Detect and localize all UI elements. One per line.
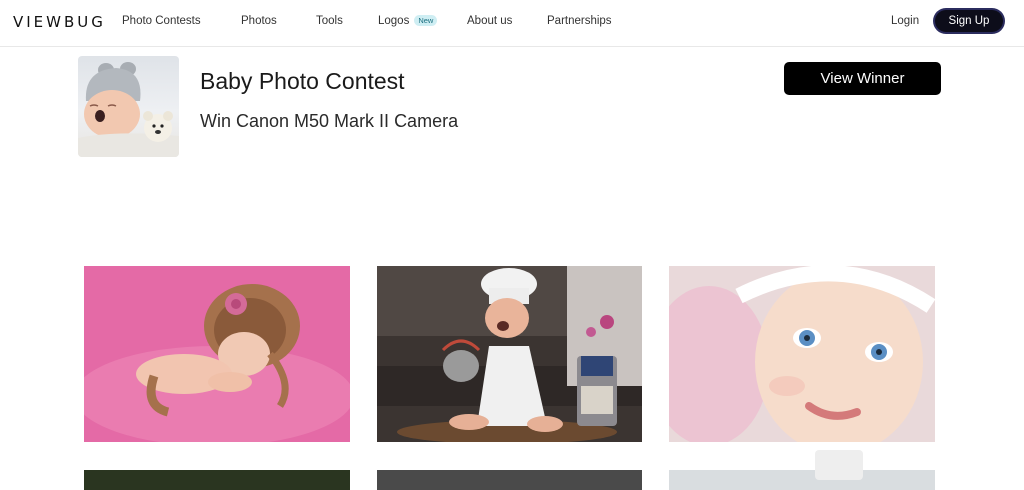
new-badge: New <box>414 15 438 26</box>
nav-item-photos[interactable]: Photos <box>241 15 277 27</box>
nav-item-logos[interactable]: Logos New <box>378 15 438 27</box>
contest-title: Baby Photo Contest <box>200 68 405 94</box>
nav-item-about-us[interactable]: About us <box>467 15 512 27</box>
gallery-photo[interactable] <box>669 266 935 442</box>
view-winner-button[interactable]: View Winner <box>784 62 941 95</box>
nav-item-logos-label: Logos <box>378 15 410 27</box>
nav-item-partnerships[interactable]: Partnerships <box>547 15 612 27</box>
nav-item-photo-contests[interactable]: Photo Contests <box>122 15 201 27</box>
gallery-photo[interactable] <box>669 470 935 490</box>
contest-prize: Win Canon M50 Mark II Camera <box>200 111 459 131</box>
floating-panel <box>815 450 863 480</box>
nav-item-tools[interactable]: Tools <box>316 15 343 27</box>
gallery-photo[interactable] <box>377 266 642 442</box>
signup-button[interactable]: Sign Up <box>935 10 1003 32</box>
gallery-photo[interactable] <box>84 266 350 442</box>
contest-thumbnail <box>78 56 179 157</box>
gallery-photo[interactable] <box>377 470 642 490</box>
gallery-photo[interactable] <box>84 470 350 490</box>
site-logo[interactable]: VIEWBUG <box>13 13 106 31</box>
login-link[interactable]: Login <box>891 15 919 27</box>
top-navigation: VIEWBUG Photo Contests Photos Tools Logo… <box>0 0 1024 47</box>
